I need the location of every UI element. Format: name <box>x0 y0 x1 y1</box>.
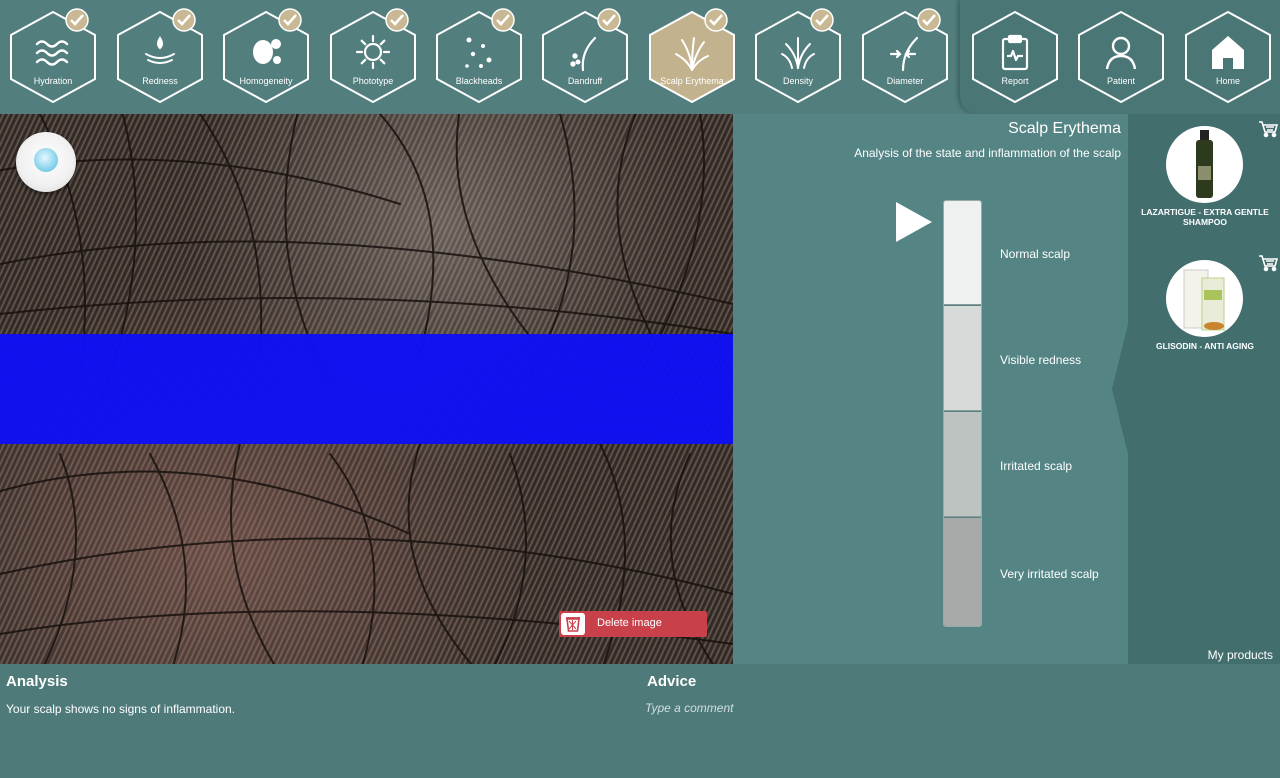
my-products-link[interactable]: My products <box>1208 648 1273 662</box>
check-icon <box>917 8 941 32</box>
redness-icon <box>145 36 175 64</box>
scale-label-normal: Normal scalp <box>1000 247 1071 261</box>
water-drop-button[interactable] <box>16 132 76 192</box>
nav-report[interactable]: Report <box>971 10 1059 104</box>
blobs-icon <box>253 39 281 64</box>
supplement-box-icon <box>1183 269 1225 331</box>
analysis-overlay-band <box>0 334 733 444</box>
scale-label-very-irritated: Very irritated scalp <box>1000 567 1099 581</box>
nav-home[interactable]: Home <box>1184 10 1272 104</box>
delete-image-label: Delete image <box>597 617 662 629</box>
check-icon <box>491 8 515 32</box>
advice-comment-input[interactable] <box>645 698 1245 718</box>
nav-patient[interactable]: Patient <box>1077 10 1165 104</box>
bottom-area: Analysis Your scalp shows no signs of in… <box>0 664 1280 778</box>
home-icon <box>1212 36 1244 69</box>
clipboard-icon <box>1001 34 1029 71</box>
panel-title: Scalp Erythema <box>1008 120 1121 137</box>
nav-label: Diameter <box>886 76 924 86</box>
nav-redness[interactable]: Redness <box>116 8 204 104</box>
scale-segment-normal[interactable] <box>944 201 981 305</box>
scale-segment-visible-redness[interactable] <box>944 306 981 411</box>
scale-segment-very-irritated[interactable] <box>944 518 981 626</box>
check-icon <box>172 8 196 32</box>
check-icon <box>65 8 89 32</box>
hair-flakes-icon <box>570 36 597 72</box>
nav-homogeneity[interactable]: Homogeneity <box>222 8 310 104</box>
nav-label: Patient <box>1106 76 1136 86</box>
check-icon <box>810 8 834 32</box>
analysis-result-text: Your scalp shows no signs of inflammatio… <box>6 702 236 716</box>
nav-label: Report <box>1001 76 1029 86</box>
nav-label: Scalp Erythema <box>660 76 724 86</box>
scale-label-irritated: Irritated scalp <box>1000 459 1073 473</box>
waves-icon <box>35 40 69 66</box>
scale-label-visible-redness: Visible redness <box>1000 353 1082 367</box>
hair-diameter-icon <box>889 36 919 72</box>
dots-icon <box>465 37 492 68</box>
nav-label: Home <box>1215 76 1240 86</box>
nav-blackheads[interactable]: Blackheads <box>435 8 523 104</box>
nav-label: Blackheads <box>455 76 503 86</box>
nav-dandruff[interactable]: Dandruff <box>541 8 629 104</box>
scale-segment-irritated[interactable] <box>944 412 981 517</box>
nav-label: Redness <box>142 76 178 86</box>
products-panel: LAZARTIGUE - EXTRA GENTLE SHAMPOO GLISOD… <box>1128 114 1280 664</box>
check-icon <box>385 8 409 32</box>
check-icon <box>597 8 621 32</box>
product-image-glisodin <box>1166 260 1243 337</box>
nav-label: Density <box>782 76 813 86</box>
shampoo-bottle-icon <box>1196 130 1213 198</box>
nav-density[interactable]: Density <box>754 8 842 104</box>
check-icon <box>278 8 302 32</box>
panel-subtitle: Analysis of the state and inflammation o… <box>854 146 1121 160</box>
check-icon <box>704 8 728 32</box>
nav-label: Phototype <box>352 76 394 86</box>
analysis-panel: Scalp Erythema Analysis of the state and… <box>733 114 1128 664</box>
nav-label: Hydration <box>33 76 73 86</box>
hair-tuft-icon <box>675 37 709 71</box>
trash-icon <box>561 613 585 635</box>
nav-label: Homogeneity <box>239 76 293 86</box>
delete-image-button[interactable]: Delete image <box>559 611 707 637</box>
cart-icon[interactable] <box>1258 254 1278 272</box>
level-indicator-arrow-icon <box>896 202 932 242</box>
cart-icon[interactable] <box>1258 120 1278 138</box>
erythema-scale <box>943 200 982 627</box>
user-icon <box>1105 36 1137 70</box>
analysis-heading: Analysis <box>6 673 68 690</box>
sun-icon <box>355 34 391 70</box>
nav-scalp-erythema[interactable]: Scalp Erythema <box>648 8 736 104</box>
product-name: GLISODIN - ANTI AGING <box>1155 341 1255 351</box>
product-image-shampoo <box>1166 126 1243 203</box>
nav-hydration[interactable]: Hydration <box>9 8 97 104</box>
nav-diameter[interactable]: Diameter <box>861 8 949 104</box>
nav-label: Dandruff <box>567 76 603 86</box>
top-toolbar: Hydration Redness Homogeneity Phototype … <box>0 0 1280 114</box>
grass-icon <box>781 37 815 69</box>
scalp-image: Delete image <box>0 114 733 664</box>
nav-phototype[interactable]: Phototype <box>329 8 417 104</box>
advice-heading: Advice <box>647 673 697 690</box>
water-drop-icon <box>34 148 58 172</box>
product-name: LAZARTIGUE - EXTRA GENTLE SHAMPOO <box>1141 207 1269 228</box>
